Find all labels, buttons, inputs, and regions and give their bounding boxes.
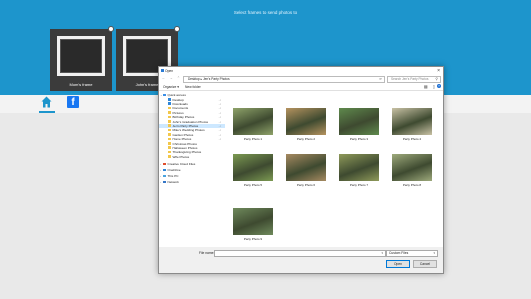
folder-icon — [168, 155, 172, 158]
navigation-pane: ⌄ Quick access Desktop ⊸ Downloads ⊸ Documents… — [159, 91, 225, 239]
file-name: Party Photo 8 — [402, 183, 422, 187]
frame-name: Mom's frame — [69, 82, 93, 87]
help-icon[interactable]: ? — [437, 84, 441, 88]
folder-icon — [168, 128, 172, 132]
file-thumbnail[interactable]: Party Photo 6 — [284, 154, 328, 190]
file-name: Party Photo 9 — [243, 237, 263, 241]
file-name: Party Photo 6 — [296, 183, 316, 187]
file-name: Party Photo 5 — [243, 183, 263, 187]
open-dialog-icon — [161, 69, 164, 72]
file-thumbnail[interactable]: Party Photo 7 — [337, 154, 381, 190]
file-thumbnail[interactable]: Party Photo 9 — [231, 208, 275, 244]
downloads-icon — [168, 102, 172, 106]
search-placeholder: Search Jen's Party Photos — [391, 77, 429, 82]
file-name: Party Photo 4 — [402, 137, 422, 141]
app-title: Select frames to send photos to — [233, 10, 298, 15]
file-type-value: Custom Files — [389, 251, 409, 256]
search-input[interactable]: Search Jen's Party Photos ⚲ — [387, 75, 441, 83]
frame-tile-moms[interactable]: Mom's frame — [50, 26, 114, 91]
dialog-title: Open — [165, 69, 174, 73]
nav-item-label: Creative Cloud Files — [167, 162, 196, 167]
folder-icon — [168, 150, 172, 154]
onedrive-icon — [163, 168, 167, 172]
file-grid: Party Photo 1 Party Photo 2 Party Photo 3 P… — [229, 91, 441, 241]
file-thumbnail[interactable]: Party Photo 4 — [390, 108, 434, 144]
nav-item[interactable]: › OneDrive — [159, 168, 225, 172]
file-name-label: File name: — [199, 251, 215, 255]
open-file-dialog: Open × ← → ⌃ ↑ Desktop ▸ Jen's Party Pho… — [158, 66, 444, 274]
photo-preview — [286, 108, 326, 135]
photo-preview — [392, 108, 432, 135]
breadcrumb[interactable]: Desktop ▸ Jen's Party Photos — [188, 77, 230, 81]
nav-item-label: Network — [167, 180, 179, 185]
folder-icon — [168, 115, 172, 119]
new-folder-button[interactable]: New folder — [185, 85, 201, 89]
active-tab-indicator — [39, 111, 55, 113]
file-thumbnail[interactable]: Party Photo 5 — [231, 154, 275, 190]
file-thumbnail[interactable]: Party Photo 8 — [390, 154, 434, 190]
star-icon — [163, 93, 167, 97]
photo-preview — [286, 154, 326, 181]
file-name: Party Photo 2 — [296, 137, 316, 141]
photo-preview — [233, 208, 273, 235]
chevron-right-icon[interactable]: › — [160, 168, 161, 172]
photo-preview — [233, 108, 273, 135]
address-row: ← → ⌃ ↑ Desktop ▸ Jen's Party Photos ⟳ S… — [159, 75, 443, 83]
chevron-right-icon[interactable]: › — [160, 180, 161, 184]
file-name-input[interactable]: ▾ — [214, 249, 386, 257]
nav-item[interactable]: › This PC — [159, 174, 225, 178]
chevron-right-icon[interactable]: › — [160, 174, 161, 178]
file-name: Party Photo 1 — [243, 137, 263, 141]
chevron-right-icon[interactable]: › — [160, 162, 161, 166]
file-thumbnail[interactable]: Party Photo 1 — [231, 108, 275, 144]
nav-item-label: OneDrive — [167, 168, 181, 173]
frame-screen — [60, 39, 102, 73]
file-thumbnail[interactable]: Party Photo 2 — [284, 108, 328, 144]
folder-icon — [168, 133, 172, 136]
open-button[interactable]: Open — [386, 260, 410, 268]
facebook-icon[interactable]: f — [67, 96, 79, 108]
chevron-down-icon[interactable]: ▾ — [381, 251, 383, 255]
nav-item[interactable]: › Network — [159, 180, 225, 184]
pictures-icon — [168, 111, 172, 114]
nav-item-label: This PC — [167, 174, 179, 179]
dialog-toolbar: Organize ▾ New folder ▦ ▯ ? — [159, 83, 443, 91]
chevron-down-icon[interactable]: ▾ — [433, 251, 435, 255]
file-name: Party Photo 3 — [349, 137, 369, 141]
dialog-titlebar: Open × — [159, 67, 443, 75]
view-options-icon[interactable]: ▦ ▯ — [424, 84, 437, 89]
desktop-icon — [168, 97, 172, 101]
search-icon[interactable]: ⚲ — [435, 77, 438, 81]
cancel-button[interactable]: Cancel — [413, 260, 437, 268]
nav-item-label: Wife Photos — [172, 154, 190, 159]
refresh-icon[interactable]: ⟳ — [379, 77, 382, 81]
folder-icon — [168, 124, 172, 128]
folder-icon — [168, 146, 172, 150]
network-icon — [163, 180, 167, 184]
nav-item[interactable]: Wife Photos — [159, 155, 225, 159]
dialog-footer: File name: ▾ Custom Files ▾ Open Cancel — [159, 247, 443, 273]
photo-preview — [233, 154, 273, 181]
frame-status-dot — [108, 26, 114, 32]
file-name: Party Photo 7 — [349, 183, 369, 187]
photo-preview — [392, 154, 432, 181]
file-type-select[interactable]: Custom Files ▾ — [386, 249, 438, 257]
home-icon[interactable] — [41, 96, 52, 108]
close-icon[interactable]: × — [437, 68, 440, 74]
folder-icon — [168, 141, 172, 145]
documents-icon — [168, 106, 172, 110]
folder-icon — [168, 119, 172, 123]
organize-menu[interactable]: Organize ▾ — [163, 85, 179, 89]
photo-preview — [339, 108, 379, 135]
nav-item[interactable]: › Creative Cloud Files — [159, 162, 225, 166]
frame-status-dot — [174, 26, 180, 32]
cloud-icon — [163, 162, 167, 166]
photo-preview — [339, 154, 379, 181]
pc-icon — [163, 174, 167, 178]
address-bar[interactable]: Desktop ▸ Jen's Party Photos ⟳ — [183, 75, 385, 83]
folder-icon — [168, 137, 172, 141]
file-thumbnail[interactable]: Party Photo 3 — [337, 108, 381, 144]
